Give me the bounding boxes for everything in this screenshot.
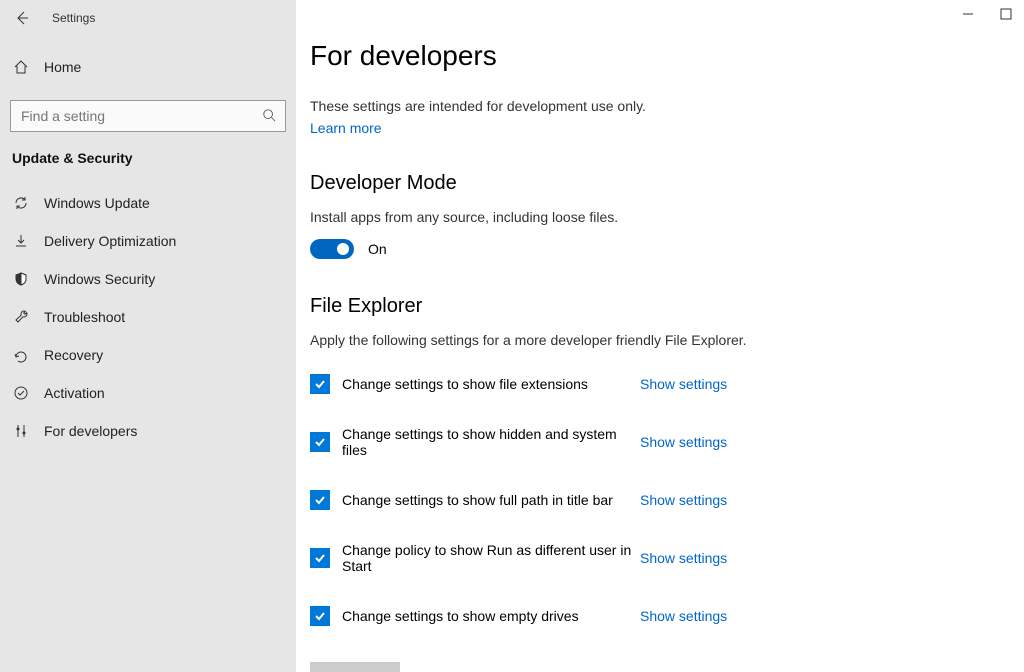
download-icon — [12, 232, 30, 250]
sidebar-item-home[interactable]: Home — [0, 48, 296, 86]
nav-label: For developers — [44, 423, 137, 439]
apply-button[interactable]: Apply — [310, 662, 400, 672]
file-explorer-heading: File Explorer — [310, 295, 1024, 318]
nav-label: Windows Update — [44, 195, 150, 211]
home-label: Home — [44, 59, 81, 75]
show-settings-link[interactable]: Show settings — [640, 434, 727, 450]
refresh-icon — [12, 194, 30, 212]
sidebar-item-windows-update[interactable]: Windows Update — [0, 184, 296, 222]
window-title: Settings — [52, 11, 95, 25]
sidebar-header: Settings — [0, 0, 296, 36]
show-settings-link[interactable]: Show settings — [640, 608, 727, 624]
search-wrap — [10, 100, 286, 132]
check-circle-icon — [12, 384, 30, 402]
checkbox-hidden-files[interactable] — [310, 432, 330, 452]
checkbox-run-as-user[interactable] — [310, 548, 330, 568]
show-settings-link[interactable]: Show settings — [640, 492, 727, 508]
nav-label: Windows Security — [44, 271, 155, 287]
developer-mode-heading: Developer Mode — [310, 172, 1024, 195]
sidebar: Settings Home Update & Security Windows … — [0, 0, 296, 672]
checkmark-icon — [313, 377, 327, 391]
checkmark-icon — [313, 609, 327, 623]
checkmark-icon — [313, 493, 327, 507]
toggle-state-label: On — [368, 241, 387, 257]
sidebar-item-for-developers[interactable]: For developers — [0, 412, 296, 450]
sidebar-item-recovery[interactable]: Recovery — [0, 336, 296, 374]
titlebar-controls — [958, 4, 1024, 24]
fe-row-full-path: Change settings to show full path in tit… — [310, 490, 1024, 510]
wrench-icon — [12, 308, 30, 326]
toggle-knob — [337, 243, 349, 255]
developer-mode-toggle-row: On — [310, 239, 1024, 259]
sidebar-item-delivery-optimization[interactable]: Delivery Optimization — [0, 222, 296, 260]
nav-label: Troubleshoot — [44, 309, 125, 325]
checkbox-label: Change settings to show empty drives — [342, 608, 640, 624]
checkbox-label: Change settings to show full path in tit… — [342, 492, 640, 508]
maximize-button[interactable] — [996, 4, 1016, 24]
checkbox-label: Change policy to show Run as different u… — [342, 542, 640, 574]
nav-label: Recovery — [44, 347, 103, 363]
developer-mode-desc: Install apps from any source, including … — [310, 209, 1024, 225]
page-title: For developers — [310, 40, 1024, 72]
checkbox-full-path[interactable] — [310, 490, 330, 510]
fe-row-hidden-files: Change settings to show hidden and syste… — [310, 426, 1024, 458]
file-explorer-desc: Apply the following settings for a more … — [310, 332, 1024, 348]
sliders-icon — [12, 422, 30, 440]
recovery-icon — [12, 346, 30, 364]
search-input[interactable] — [10, 100, 286, 132]
sidebar-item-troubleshoot[interactable]: Troubleshoot — [0, 298, 296, 336]
developer-mode-toggle[interactable] — [310, 239, 354, 259]
sidebar-item-windows-security[interactable]: Windows Security — [0, 260, 296, 298]
checkbox-label: Change settings to show file extensions — [342, 376, 640, 392]
content-pane: For developers These settings are intend… — [296, 0, 1024, 672]
show-settings-link[interactable]: Show settings — [640, 376, 727, 392]
fe-row-run-as-user: Change policy to show Run as different u… — [310, 542, 1024, 574]
home-icon — [12, 58, 30, 76]
checkbox-empty-drives[interactable] — [310, 606, 330, 626]
minimize-button[interactable] — [958, 4, 978, 24]
arrow-left-icon — [14, 10, 30, 26]
learn-more-link[interactable]: Learn more — [310, 120, 1024, 136]
sidebar-category: Update & Security — [0, 150, 296, 166]
show-settings-link[interactable]: Show settings — [640, 550, 727, 566]
sidebar-item-activation[interactable]: Activation — [0, 374, 296, 412]
fe-row-file-extensions: Change settings to show file extensions … — [310, 374, 1024, 394]
search-icon — [260, 106, 278, 124]
fe-row-empty-drives: Change settings to show empty drives Sho… — [310, 606, 1024, 626]
nav-label: Delivery Optimization — [44, 233, 176, 249]
intro-text: These settings are intended for developm… — [310, 98, 1024, 114]
nav-label: Activation — [44, 385, 105, 401]
checkbox-label: Change settings to show hidden and syste… — [342, 426, 640, 458]
shield-icon — [12, 270, 30, 288]
back-button[interactable] — [10, 6, 34, 30]
checkmark-icon — [313, 435, 327, 449]
checkbox-file-extensions[interactable] — [310, 374, 330, 394]
checkmark-icon — [313, 551, 327, 565]
